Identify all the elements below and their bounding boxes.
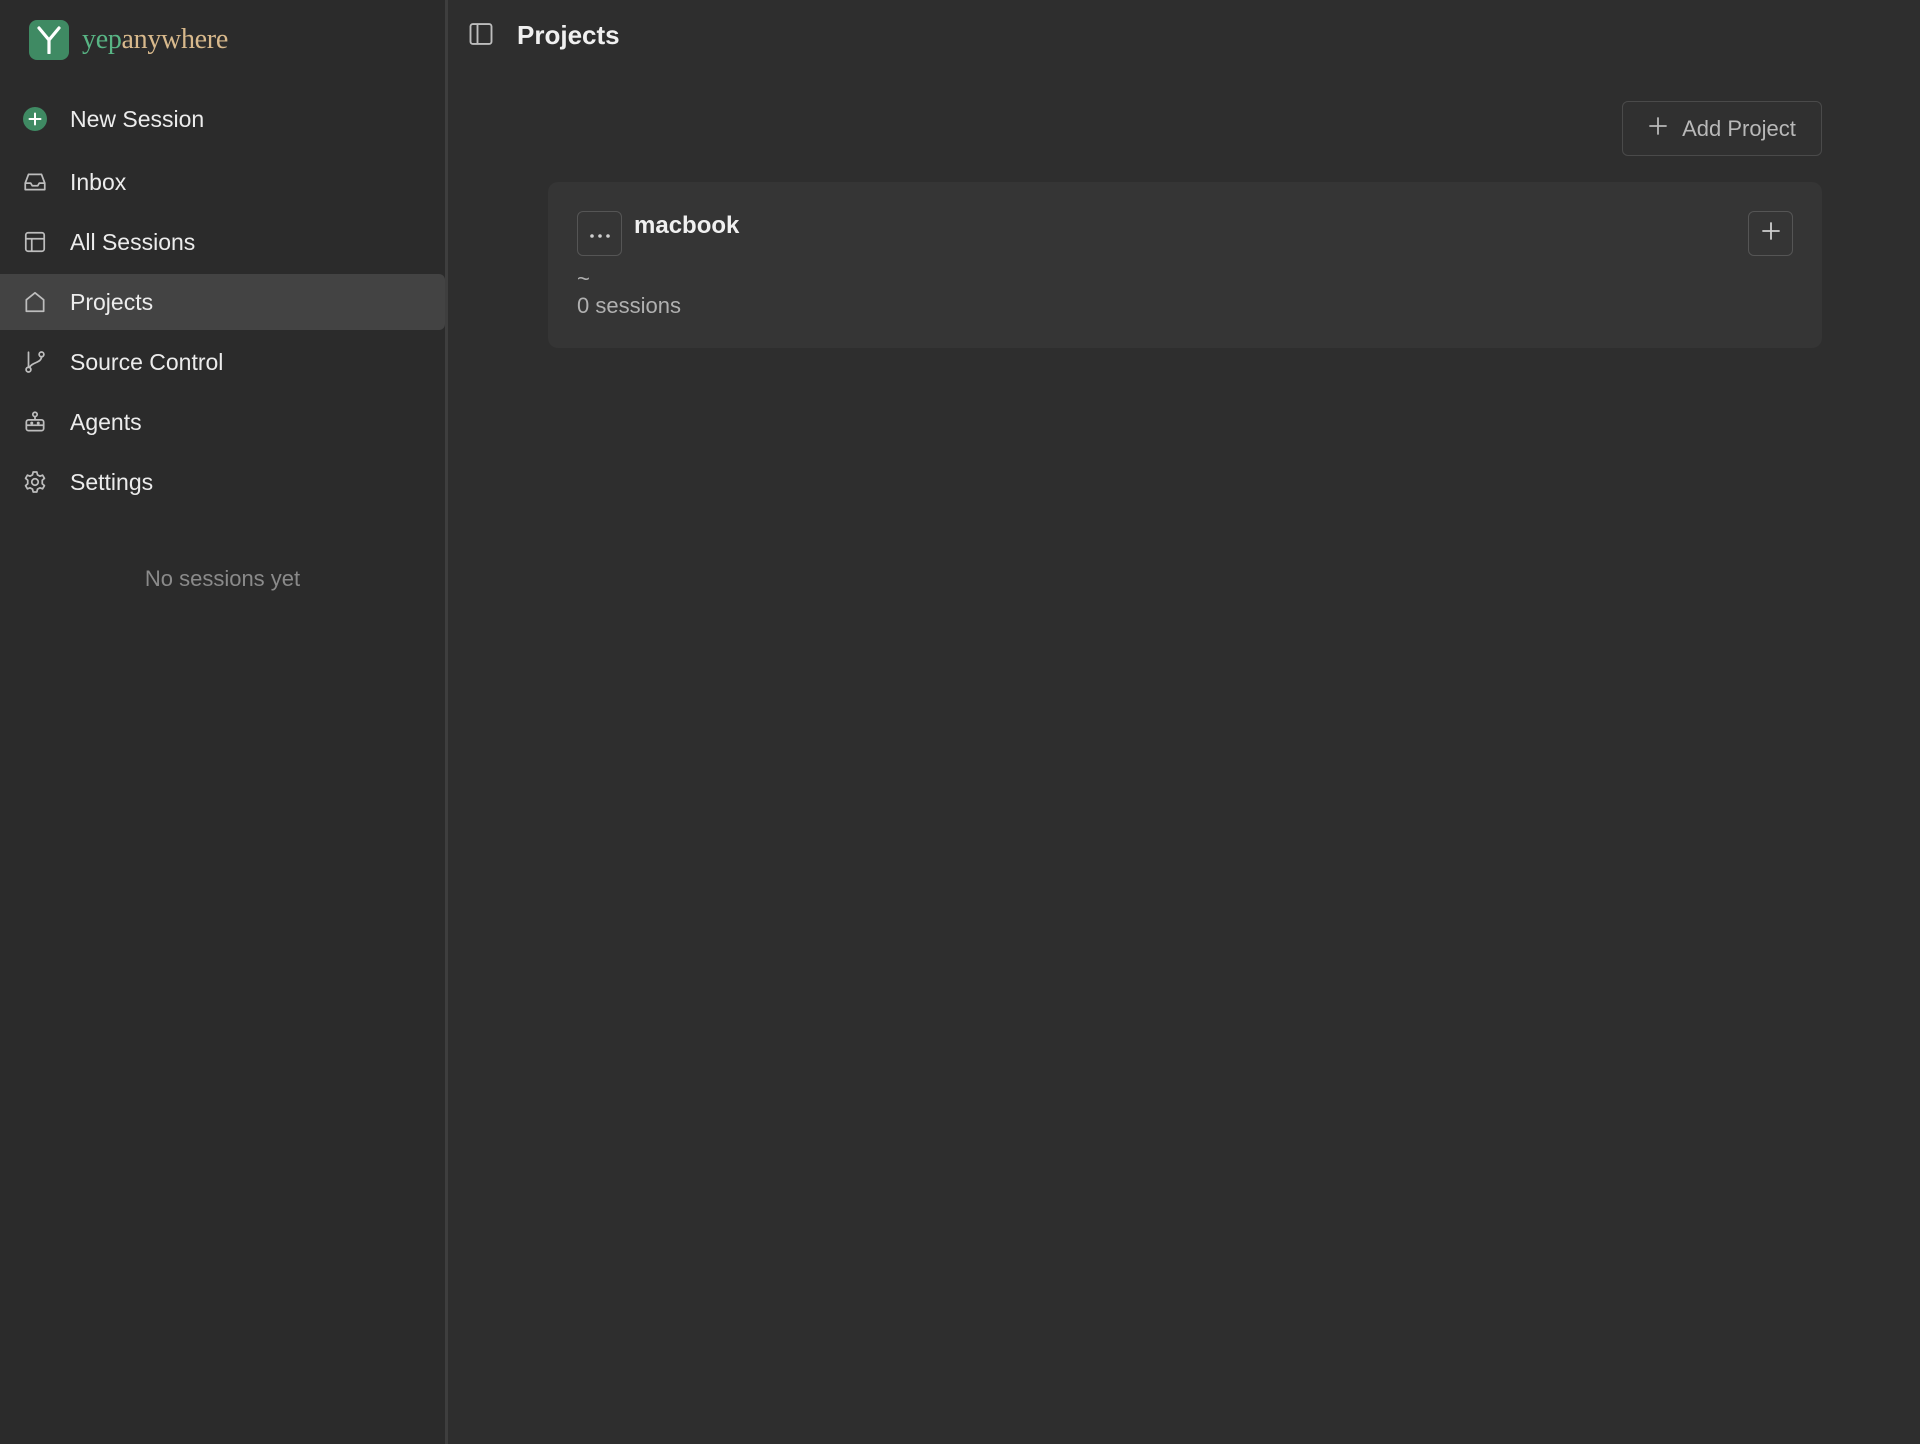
app-window: yepanywhere New Session Inbox All Sessio…: [0, 0, 1920, 1444]
sidebar: yepanywhere New Session Inbox All Sessio…: [0, 0, 448, 1444]
project-name: macbook: [634, 212, 740, 239]
inbox-icon: [22, 169, 48, 195]
sidebar-item-agents[interactable]: Agents: [0, 394, 445, 450]
project-card[interactable]: macbook ~ 0 sessions: [548, 182, 1822, 348]
sidebar-item-source-control[interactable]: Source Control: [0, 334, 445, 390]
plus-circle-icon: [22, 106, 48, 132]
sidebar-item-label: Inbox: [70, 168, 127, 195]
add-project-label: Add Project: [1682, 115, 1796, 141]
add-project-button[interactable]: Add Project: [1622, 101, 1822, 156]
project-path: ~: [577, 266, 590, 291]
main-content: Projects Add Project macbook ~ 0 session…: [448, 0, 1920, 1444]
sidebar-item-label: Source Control: [70, 348, 224, 375]
page-title: Projects: [517, 20, 620, 50]
sidebar-toggle-button[interactable]: [466, 21, 496, 51]
brand-name-part1: yep: [82, 24, 122, 55]
sidebar-item-label: Projects: [70, 288, 154, 315]
sidebar-item-label: New Session: [70, 105, 205, 132]
sidebar-item-label: Agents: [70, 408, 142, 435]
brand-name-part2: anywhere: [121, 24, 229, 55]
logo-icon: [29, 20, 69, 60]
sidebar-item-label: Settings: [70, 468, 154, 495]
sidebar-item-label: All Sessions: [70, 228, 196, 255]
home-icon: [22, 289, 48, 315]
plus-icon: [1761, 221, 1781, 246]
project-new-session-button[interactable]: [1748, 211, 1793, 256]
sidebar-toggle-icon: [467, 20, 495, 53]
sidebar-item-new-session[interactable]: New Session: [0, 88, 445, 150]
gear-icon: [22, 469, 48, 495]
brand[interactable]: yepanywhere: [29, 20, 228, 60]
sidebar-item-inbox[interactable]: Inbox: [0, 154, 445, 210]
more-horizontal-icon: [589, 222, 611, 245]
project-session-count: 0 sessions: [577, 293, 681, 318]
brand-name: yepanywhere: [82, 24, 228, 56]
layout-icon: [22, 229, 48, 255]
project-menu-button[interactable]: [577, 211, 622, 256]
sidebar-item-all-sessions[interactable]: All Sessions: [0, 214, 445, 270]
plus-icon: [1648, 116, 1668, 142]
empty-sessions-message: No sessions yet: [144, 566, 301, 591]
header: Projects: [448, 0, 1920, 70]
git-branch-icon: [22, 349, 48, 375]
sidebar-item-projects[interactable]: Projects: [0, 274, 445, 330]
sidebar-item-settings[interactable]: Settings: [0, 454, 445, 510]
sidebar-nav: New Session Inbox All Sessions Projects …: [0, 88, 445, 510]
robot-icon: [22, 409, 48, 435]
